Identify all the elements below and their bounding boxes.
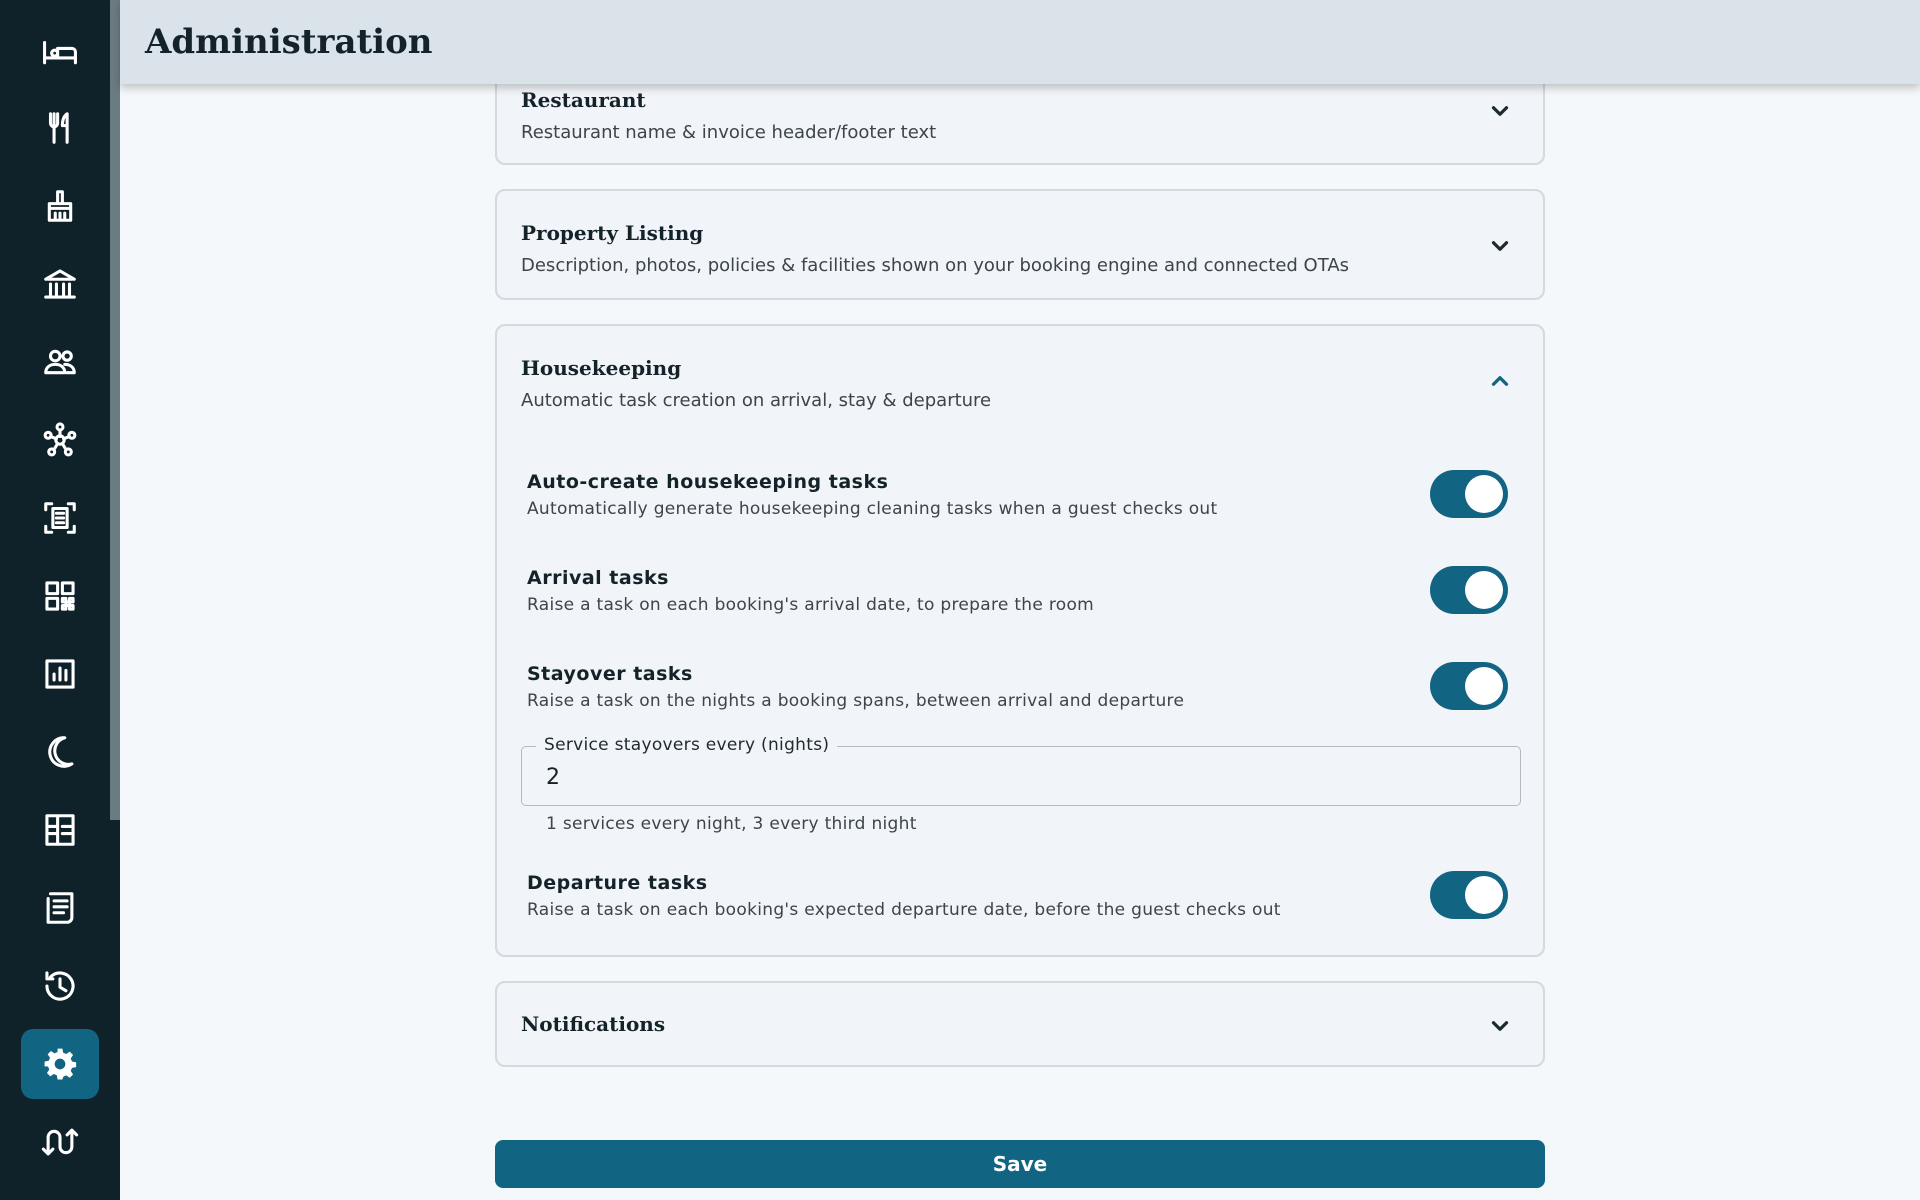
section-title: Notifications — [521, 1012, 666, 1036]
section-housekeeping: Housekeeping Automatic task creation on … — [495, 324, 1545, 957]
network-icon — [43, 422, 77, 457]
section-subtitle: Automatic task creation on arrival, stay… — [521, 390, 992, 411]
toggle-knob — [1465, 475, 1503, 513]
stayover-interval-label: Service stayovers every (nights) — [536, 735, 838, 755]
toggle-knob — [1465, 667, 1503, 705]
people-icon — [44, 349, 76, 375]
stayover-interval-field: Service stayovers every (nights) — [521, 735, 1521, 806]
receipt-icon — [46, 892, 74, 924]
stayover-tasks-toggle[interactable] — [1430, 662, 1508, 710]
nav-item-bookings[interactable] — [21, 17, 99, 87]
save-button[interactable]: Save — [495, 1140, 1545, 1188]
nav-item-qr[interactable] — [21, 561, 99, 631]
chevron-up-icon — [1491, 376, 1509, 386]
qr-code-icon — [45, 581, 75, 611]
section-title: Property Listing — [521, 221, 704, 245]
toggle-knob — [1465, 876, 1503, 914]
departure-tasks-title: Departure tasks — [527, 872, 708, 894]
section-property-listing[interactable]: Property Listing Description, photos, po… — [495, 189, 1545, 300]
history-icon — [45, 971, 75, 1001]
section-title: Restaurant — [521, 88, 646, 112]
building-icon — [44, 269, 76, 299]
gear-icon — [44, 1048, 77, 1080]
nav-item-channel-sync[interactable] — [21, 1107, 99, 1177]
arrival-tasks-title: Arrival tasks — [527, 567, 669, 589]
bed-icon — [43, 40, 77, 65]
nav-item-administration[interactable] — [21, 1029, 99, 1099]
report-chart-icon — [45, 659, 75, 689]
nav-item-channels[interactable] — [21, 405, 99, 475]
chevron-down-icon — [1491, 1021, 1509, 1031]
auto-create-toggle[interactable] — [1430, 470, 1508, 518]
stayover-interval-input[interactable] — [522, 755, 1518, 799]
departure-tasks-toggle[interactable] — [1430, 871, 1508, 919]
page-title: Administration — [145, 22, 433, 62]
moon-icon — [48, 736, 74, 768]
section-title: Housekeeping — [521, 356, 682, 380]
top-header: Administration — [120, 0, 1920, 84]
nav-item-restaurant[interactable] — [21, 93, 99, 163]
cleaning-brush-icon — [47, 190, 73, 222]
stayover-tasks-title: Stayover tasks — [527, 663, 693, 685]
nav-item-invoices[interactable] — [21, 873, 99, 943]
stayover-interval-helper: 1 services every night, 3 every third ni… — [546, 814, 917, 834]
departure-tasks-desc: Raise a task on each booking's expected … — [527, 900, 1281, 920]
arrival-tasks-toggle[interactable] — [1430, 566, 1508, 614]
nav-item-guests[interactable] — [21, 327, 99, 397]
nav-item-property[interactable] — [21, 249, 99, 319]
stayover-tasks-desc: Raise a task on the nights a booking spa… — [527, 691, 1185, 711]
toggle-knob — [1465, 571, 1503, 609]
nav-item-housekeeping[interactable] — [21, 171, 99, 241]
nav-item-reports[interactable] — [21, 639, 99, 709]
chevron-down-icon — [1491, 241, 1509, 251]
auto-create-desc: Automatically generate housekeeping clea… — [527, 499, 1218, 519]
scan-document-icon — [44, 502, 76, 534]
sidebar — [0, 0, 120, 1200]
sidebar-scrollbar[interactable] — [110, 0, 120, 820]
chevron-down-icon — [1491, 106, 1509, 116]
section-notifications[interactable]: Notifications — [495, 981, 1545, 1067]
expand-button[interactable] — [1487, 98, 1513, 124]
arrival-tasks-desc: Raise a task on each booking's arrival d… — [527, 595, 1095, 615]
expand-button[interactable] — [1487, 1013, 1513, 1039]
section-subtitle: Restaurant name & invoice header/footer … — [521, 122, 937, 143]
nav-item-rooms[interactable] — [21, 795, 99, 865]
nav-item-history[interactable] — [21, 951, 99, 1021]
auto-create-title: Auto-create housekeeping tasks — [527, 471, 889, 493]
floor-plan-icon — [45, 814, 75, 846]
nav-item-scan[interactable] — [21, 483, 99, 553]
channel-sync-icon — [41, 1128, 79, 1156]
fork-knife-icon — [48, 112, 69, 144]
nav-item-night-audit[interactable] — [21, 717, 99, 787]
collapse-button[interactable] — [1487, 368, 1513, 394]
section-subtitle: Description, photos, policies & faciliti… — [521, 255, 1350, 276]
expand-button[interactable] — [1487, 233, 1513, 259]
